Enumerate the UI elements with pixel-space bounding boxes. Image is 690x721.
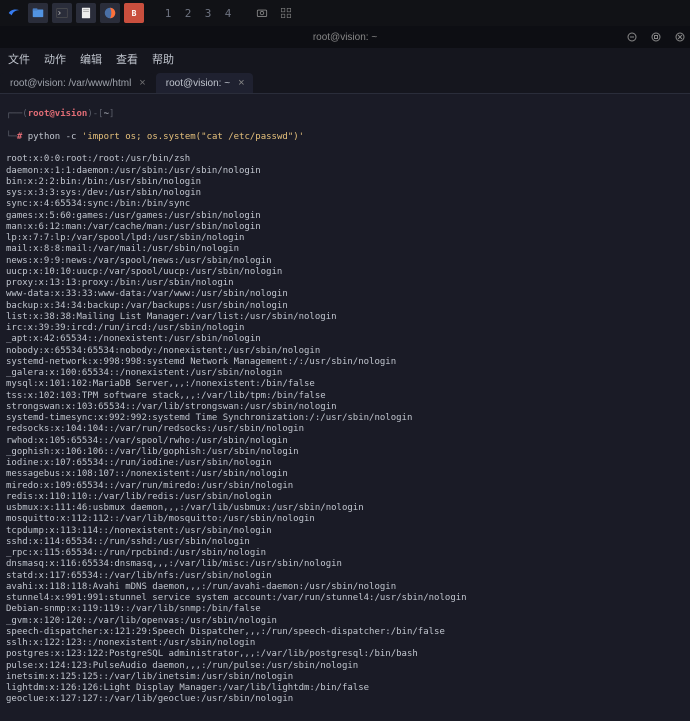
output-line: daemon:x:1:1:daemon:/usr/sbin:/usr/sbin/… <box>6 166 684 177</box>
output-line: rwhod:x:105:65534::/var/spool/rwho:/usr/… <box>6 436 684 447</box>
command-line: └─# python -c 'import os; os.system("cat… <box>6 132 684 143</box>
tabbar: root@vision: /var/www/html × root@vision… <box>0 70 690 94</box>
menubar: 文件 动作 编辑 查看 帮助 <box>0 48 690 70</box>
output-line: tcpdump:x:113:114::/nonexistent:/usr/sbi… <box>6 526 684 537</box>
cmd-q4: ' <box>299 132 304 142</box>
kali-logo-icon[interactable] <box>4 3 24 23</box>
taskbar-app-files-icon[interactable] <box>28 3 48 23</box>
tray-screenshot-icon[interactable] <box>252 3 272 23</box>
output-line: postgres:x:123:122:PostgreSQL administra… <box>6 649 684 660</box>
minimize-button[interactable] <box>626 31 638 43</box>
output-line: news:x:9:9:news:/var/spool/news:/usr/sbi… <box>6 256 684 267</box>
menu-file[interactable]: 文件 <box>8 51 30 67</box>
tab-label: root@vision: /var/www/html <box>10 78 131 89</box>
tab-close-icon[interactable]: × <box>238 77 244 89</box>
output-line: lp:x:7:7:lp:/var/spool/lpd:/usr/sbin/nol… <box>6 233 684 244</box>
prompt-host: vision <box>55 109 88 120</box>
menu-view[interactable]: 查看 <box>116 51 138 67</box>
output-line: sshd:x:114:65534::/run/sshd:/usr/sbin/no… <box>6 537 684 548</box>
workspace-1[interactable]: 1 <box>160 7 176 20</box>
prompt-corner-bot: └─ <box>6 132 17 142</box>
menu-edit[interactable]: 编辑 <box>80 51 102 67</box>
cmd-bin: python <box>28 132 61 142</box>
output-line: redis:x:110:110::/var/lib/redis:/usr/sbi… <box>6 492 684 503</box>
output-line: proxy:x:13:13:proxy:/bin:/usr/sbin/nolog… <box>6 278 684 289</box>
output-line: root:x:0:0:root:/root:/usr/bin/zsh <box>6 154 684 165</box>
taskbar-app-editor-icon[interactable] <box>76 3 96 23</box>
output-line: redsocks:x:104:104::/var/run/redsocks:/u… <box>6 424 684 435</box>
prompt-user: root <box>28 109 50 120</box>
taskbar-app-terminal-icon[interactable] <box>52 3 72 23</box>
workspace-4[interactable]: 4 <box>220 7 236 20</box>
tab-close-icon[interactable]: × <box>139 77 145 89</box>
output-line: sys:x:3:3:sys:/dev:/usr/sbin/nologin <box>6 188 684 199</box>
output-line: nobody:x:65534:65534:nobody:/nonexistent… <box>6 346 684 357</box>
tray-shortcuts-icon[interactable] <box>276 3 296 23</box>
cmd-arg: cat /etc/passwd <box>207 132 288 142</box>
prompt-bracket: )-[ <box>87 109 103 120</box>
output-line: irc:x:39:39:ircd:/run/ircd:/usr/sbin/nol… <box>6 323 684 334</box>
menu-help[interactable]: 帮助 <box>152 51 174 67</box>
tab-1[interactable]: root@vision: /var/www/html × <box>0 73 154 93</box>
output-line: backup:x:34:34:backup:/var/backups:/usr/… <box>6 301 684 312</box>
output-line: games:x:5:60:games:/usr/games:/usr/sbin/… <box>6 211 684 222</box>
cmd-flag: -c <box>66 132 77 142</box>
prompt-corner: ┌──( <box>6 109 28 120</box>
prompt-bracket-end: ] <box>109 109 114 120</box>
output-line: systemd-network:x:998:998:systemd Networ… <box>6 357 684 368</box>
output-line: sync:x:4:65534:sync:/bin:/bin/sync <box>6 199 684 210</box>
prompt-line-1: ┌──(root@vision)-[~] <box>6 109 684 120</box>
cmd-code: import os; os.system( <box>87 132 201 142</box>
output-line: _gvm:x:120:120::/var/lib/openvas:/usr/sb… <box>6 616 684 627</box>
output-line: usbmux:x:111:46:usbmux daemon,,,:/var/li… <box>6 503 684 514</box>
output-line: messagebus:x:108:107::/nonexistent:/usr/… <box>6 469 684 480</box>
terminal[interactable]: ┌──(root@vision)-[~] └─# python -c ' impo… <box>0 94 690 721</box>
taskbar: B 1 2 3 4 <box>0 0 690 26</box>
menu-actions[interactable]: 动作 <box>44 51 66 67</box>
output-line: www-data:x:33:33:www-data:/var/www:/usr/… <box>6 289 684 300</box>
output-line: _gophish:x:106:106::/var/lib/gophish:/us… <box>6 447 684 458</box>
output-line: Debian-snmp:x:119:119::/var/lib/snmp:/bi… <box>6 604 684 615</box>
close-button[interactable] <box>674 31 686 43</box>
prompt-marker: # <box>17 132 22 142</box>
window-title: root@vision: ~ <box>313 32 377 43</box>
workspace-3[interactable]: 3 <box>200 7 216 20</box>
output-line: statd:x:117:65534::/var/lib/nfs:/usr/sbi… <box>6 571 684 582</box>
output-line: _rpc:x:115:65534::/run/rpcbind:/usr/sbin… <box>6 548 684 559</box>
output-line: list:x:38:38:Mailing List Manager:/var/l… <box>6 312 684 323</box>
output-line: bin:x:2:2:bin:/bin:/usr/sbin/nologin <box>6 177 684 188</box>
output-line: mail:x:8:8:mail:/var/mail:/usr/sbin/nolo… <box>6 244 684 255</box>
output-line: man:x:6:12:man:/var/cache/man:/usr/sbin/… <box>6 222 684 233</box>
output-line: sslh:x:122:123::/nonexistent:/usr/sbin/n… <box>6 638 684 649</box>
taskbar-app-firefox-icon[interactable] <box>100 3 120 23</box>
window-titlebar[interactable]: root@vision: ~ <box>0 26 690 48</box>
output-line: systemd-timesync:x:992:992:systemd Time … <box>6 413 684 424</box>
output-line: uucp:x:10:10:uucp:/var/spool/uucp:/usr/s… <box>6 267 684 278</box>
tab-label: root@vision: ~ <box>166 78 230 89</box>
taskbar-app-burp-icon[interactable]: B <box>124 3 144 23</box>
output-line: geoclue:x:127:127::/var/lib/geoclue:/usr… <box>6 694 684 705</box>
terminal-output: root:x:0:0:root:/root:/usr/bin/zshdaemon… <box>6 154 684 705</box>
maximize-button[interactable] <box>650 31 662 43</box>
output-line: iodine:x:107:65534::/run/iodine:/usr/sbi… <box>6 458 684 469</box>
output-line: _apt:x:42:65534::/nonexistent:/usr/sbin/… <box>6 334 684 345</box>
output-line: inetsim:x:125:125::/var/lib/inetsim:/usr… <box>6 672 684 683</box>
output-line: _galera:x:100:65534::/nonexistent:/usr/s… <box>6 368 684 379</box>
output-line: speech-dispatcher:x:121:29:Speech Dispat… <box>6 627 684 638</box>
output-line: avahi:x:118:118:Avahi mDNS daemon,,,:/ru… <box>6 582 684 593</box>
output-line: dnsmasq:x:116:65534:dnsmasq,,,:/var/lib/… <box>6 559 684 570</box>
output-line: miredo:x:109:65534::/var/run/miredo:/usr… <box>6 481 684 492</box>
tab-2[interactable]: root@vision: ~ × <box>156 73 253 93</box>
output-line: mysql:x:101:102:MariaDB Server,,,:/nonex… <box>6 379 684 390</box>
output-line: strongswan:x:103:65534::/var/lib/strongs… <box>6 402 684 413</box>
output-line: pulse:x:124:123:PulseAudio daemon,,,:/ru… <box>6 661 684 672</box>
output-line: tss:x:102:103:TPM software stack,,,:/var… <box>6 391 684 402</box>
output-line: lightdm:x:126:126:Light Display Manager:… <box>6 683 684 694</box>
output-line: stunnel4:x:991:991:stunnel service syste… <box>6 593 684 604</box>
output-line: mosquitto:x:112:112::/var/lib/mosquitto:… <box>6 514 684 525</box>
workspace-2[interactable]: 2 <box>180 7 196 20</box>
